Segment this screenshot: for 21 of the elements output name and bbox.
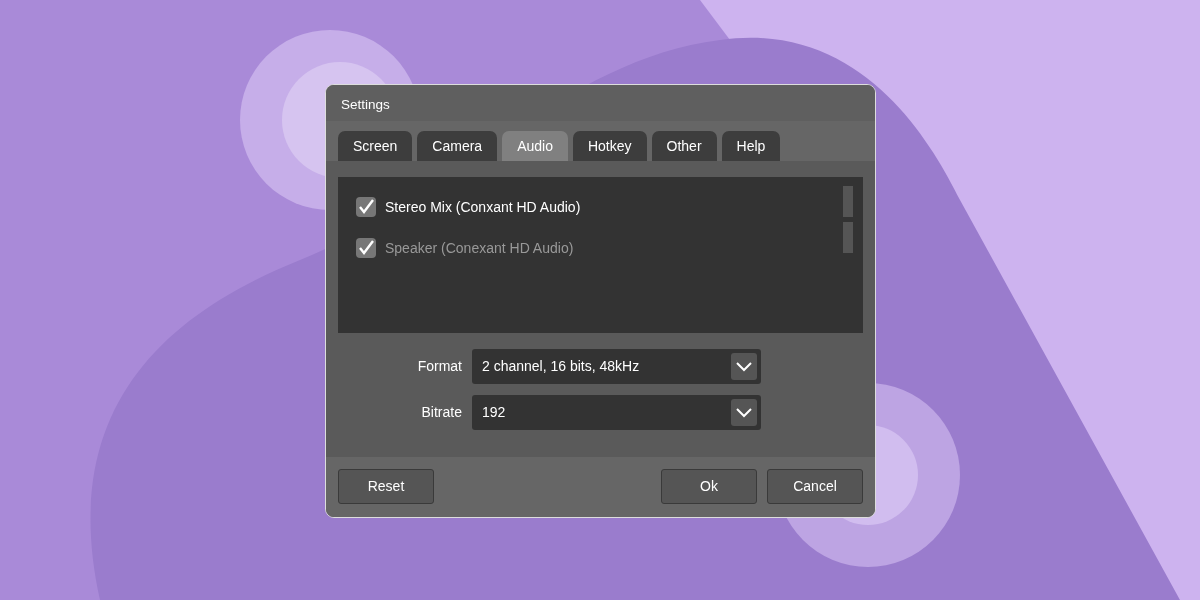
checkbox[interactable] xyxy=(356,197,376,217)
chevron-down-icon[interactable] xyxy=(731,399,757,426)
dropdown[interactable]: 192 xyxy=(472,395,761,430)
dialog-button[interactable]: Ok xyxy=(661,469,757,505)
scrollbar-segment xyxy=(843,222,853,253)
device-name: Speaker (Conexant HD Audio) xyxy=(385,238,574,258)
device-name: Stereo Mix (Conxant HD Audio) xyxy=(385,197,581,217)
scrollbar-segment xyxy=(843,186,853,217)
tab[interactable]: Screen xyxy=(338,131,413,161)
reset-button[interactable]: Reset xyxy=(338,469,434,505)
dialog-button[interactable]: Cancel xyxy=(767,469,863,505)
dropdown[interactable]: 2 channel, 16 bits, 48kHz xyxy=(472,349,761,384)
tab[interactable]: Help xyxy=(721,131,781,161)
field-label: Bitrate xyxy=(420,403,463,422)
tab[interactable]: Hotkey xyxy=(572,131,647,161)
field-label: Format xyxy=(416,357,463,376)
tab[interactable]: Audio xyxy=(502,131,568,161)
tab[interactable]: Other xyxy=(651,131,717,161)
chevron-down-icon[interactable] xyxy=(731,353,757,380)
window-title: Settings xyxy=(341,97,390,112)
tab[interactable]: Camera xyxy=(417,131,498,161)
